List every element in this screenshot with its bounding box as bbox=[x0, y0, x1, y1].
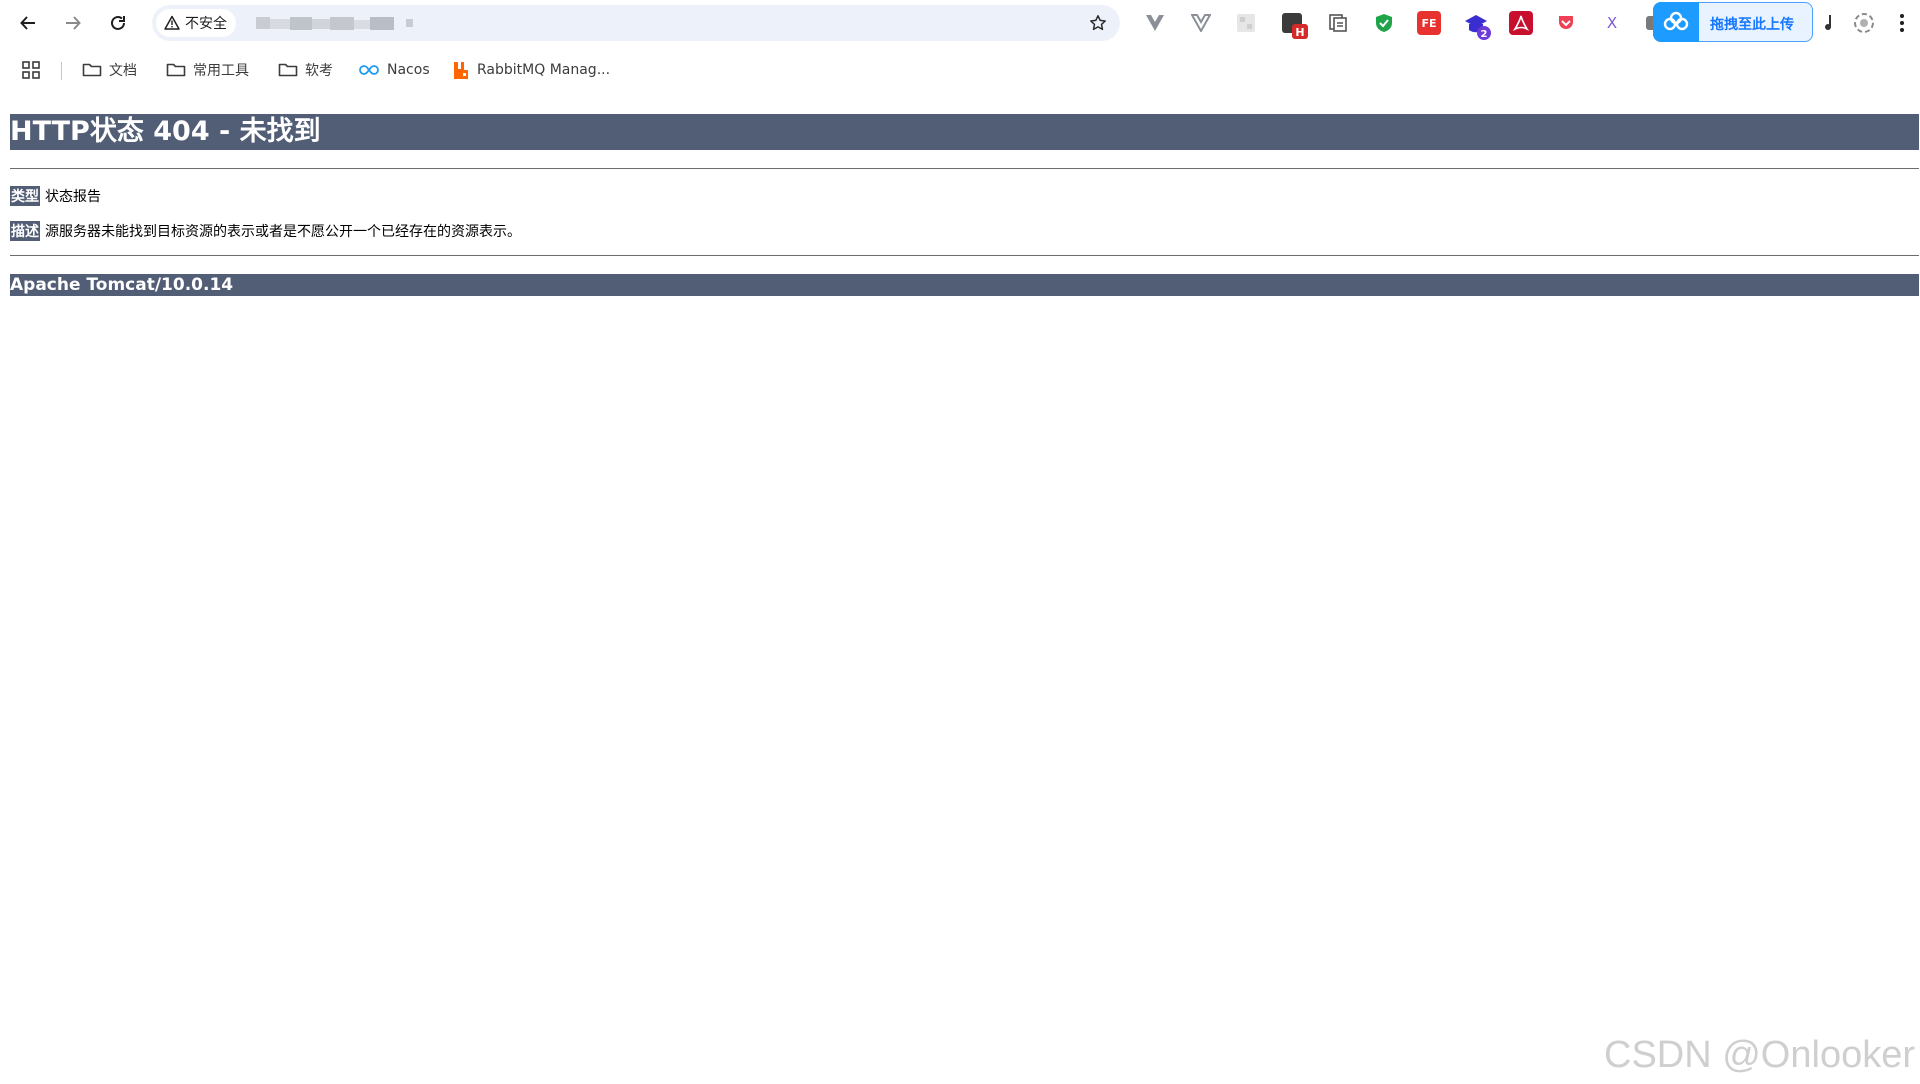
apps-grid-icon bbox=[22, 61, 40, 79]
apps-button[interactable] bbox=[22, 56, 40, 84]
warning-icon bbox=[164, 15, 180, 30]
security-chip[interactable]: 不安全 bbox=[156, 9, 236, 37]
page-content: HTTP状态 404 - 未找到 类型 状态报告 描述 源服务器未能找到目标资源… bbox=[10, 114, 1920, 296]
copy-extension-icon[interactable] bbox=[1326, 11, 1350, 35]
bookmarks-bar: 文档 常用工具 软考 Nacos RabbitMQ Manag... bbox=[0, 56, 1920, 86]
description-value: 源服务器未能找到目标资源的表示或者是不愿公开一个已经存在的资源表示。 bbox=[45, 224, 521, 240]
rabbitmq-icon bbox=[454, 62, 468, 79]
description-row: 描述 源服务器未能找到目标资源的表示或者是不愿公开一个已经存在的资源表示。 bbox=[10, 221, 521, 241]
pdf-extension-icon[interactable] bbox=[1509, 11, 1533, 35]
bookmark-star-button[interactable] bbox=[1086, 11, 1110, 35]
browser-menu-button[interactable] bbox=[1896, 10, 1908, 36]
server-footer: Apache Tomcat/10.0.14 bbox=[10, 274, 1919, 296]
profile-sync-icon[interactable] bbox=[1852, 11, 1876, 35]
bookmark-nacos[interactable]: Nacos bbox=[358, 56, 430, 84]
divider-top bbox=[10, 168, 1919, 169]
bookmark-label: 常用工具 bbox=[193, 63, 249, 79]
back-button[interactable] bbox=[15, 10, 41, 36]
pocket-extension-icon[interactable] bbox=[1554, 11, 1578, 35]
star-icon bbox=[1090, 15, 1106, 31]
folder-icon bbox=[82, 63, 102, 77]
browser-toolbar: 不安全 H FE 2 X 拖拽至此上传 bbox=[0, 0, 1920, 46]
description-label: 描述 bbox=[10, 221, 40, 241]
bookmark-label: 软考 bbox=[305, 63, 333, 79]
nacos-icon bbox=[359, 65, 379, 75]
shield-extension-icon[interactable] bbox=[1372, 11, 1396, 35]
vue-devtools-alt-icon[interactable] bbox=[1189, 11, 1213, 35]
bookmark-folder-exam[interactable]: 软考 bbox=[278, 56, 333, 84]
music-extension-icon[interactable] bbox=[1818, 11, 1842, 35]
bookmark-folder-docs[interactable]: 文档 bbox=[82, 56, 137, 84]
bookmark-folder-tools[interactable]: 常用工具 bbox=[166, 56, 249, 84]
bookmark-label: 文档 bbox=[109, 63, 137, 79]
type-value: 状态报告 bbox=[45, 189, 101, 205]
x-extension-icon[interactable]: X bbox=[1600, 11, 1624, 35]
folder-icon bbox=[278, 63, 298, 77]
forward-button[interactable] bbox=[60, 10, 86, 36]
reload-icon bbox=[111, 15, 125, 30]
grid-extension-icon[interactable] bbox=[1234, 11, 1258, 35]
folder-icon bbox=[166, 63, 186, 77]
h-extension-icon[interactable]: H bbox=[1280, 11, 1310, 41]
arrow-left-icon bbox=[20, 16, 35, 30]
bookmarks-separator bbox=[61, 62, 62, 80]
bookmark-label: RabbitMQ Manag... bbox=[477, 62, 611, 78]
type-row: 类型 状态报告 bbox=[10, 186, 101, 206]
reload-button[interactable] bbox=[105, 10, 131, 36]
error-title: HTTP状态 404 - 未找到 bbox=[10, 114, 1919, 150]
svg-text:2: 2 bbox=[1481, 29, 1488, 40]
security-label: 不安全 bbox=[185, 16, 227, 32]
bookmark-rabbitmq[interactable]: RabbitMQ Manag... bbox=[452, 56, 610, 84]
svg-text:H: H bbox=[1295, 26, 1304, 39]
cloud-icon bbox=[1653, 2, 1699, 42]
upload-label: 拖拽至此上传 bbox=[1710, 17, 1794, 33]
bookmark-label: Nacos bbox=[387, 62, 430, 78]
more-vertical-icon bbox=[1900, 14, 1904, 32]
type-label: 类型 bbox=[10, 186, 40, 206]
arrow-right-icon bbox=[66, 16, 81, 30]
url-blurred bbox=[256, 17, 413, 30]
upload-drop-zone[interactable]: 拖拽至此上传 bbox=[1653, 2, 1813, 42]
graduation-extension-icon[interactable]: 2 bbox=[1463, 11, 1493, 41]
fe-helper-icon[interactable]: FE bbox=[1417, 11, 1441, 35]
divider-bottom bbox=[10, 255, 1919, 256]
vue-devtools-icon[interactable] bbox=[1143, 11, 1167, 35]
watermark: CSDN @Onlooker . bbox=[1604, 1034, 1920, 1076]
address-bar[interactable]: 不安全 bbox=[152, 5, 1120, 41]
